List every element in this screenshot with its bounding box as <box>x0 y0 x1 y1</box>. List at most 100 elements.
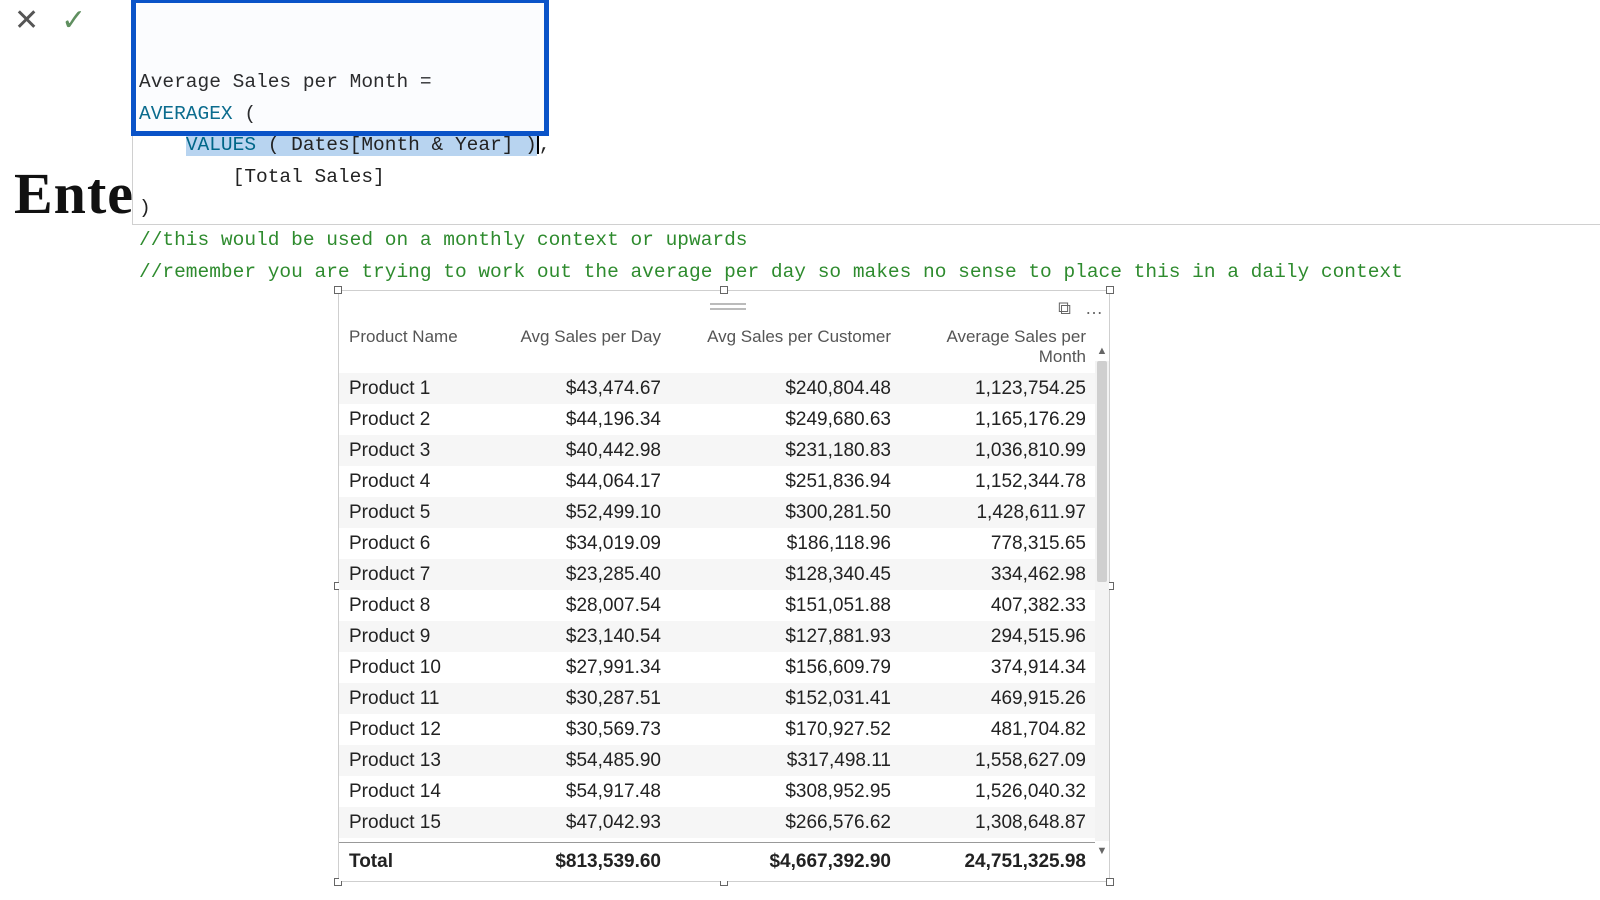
table-cell: $47,042.93 <box>489 807 669 838</box>
table-cell: $27,991.34 <box>489 652 669 683</box>
cancel-button[interactable]: ✕ <box>14 6 39 36</box>
table-row[interactable]: Product 8$28,007.54$151,051.88407,382.33 <box>339 590 1109 621</box>
fn-averagex: AVERAGEX <box>139 103 233 125</box>
table-cell: Product 8 <box>349 590 489 621</box>
table-cell: Product 11 <box>349 683 489 714</box>
focus-mode-icon[interactable]: ⧉ <box>1058 298 1071 319</box>
table-cell: 481,704.82 <box>899 714 1094 745</box>
total-cell: Total <box>349 843 489 881</box>
commit-button[interactable]: ✓ <box>61 6 86 36</box>
table-cell: $43,474.67 <box>489 373 669 404</box>
table-row[interactable]: Product 4$44,064.17$251,836.941,152,344.… <box>339 466 1109 497</box>
table-row[interactable]: Product 1$43,474.67$240,804.481,123,754.… <box>339 373 1109 404</box>
table-cell: $23,285.40 <box>489 559 669 590</box>
column-header[interactable]: Product Name <box>349 327 489 367</box>
table-visual[interactable]: ⧉ … Product NameAvg Sales per DayAvg Sal… <box>338 290 1110 882</box>
table-cell: Product 2 <box>349 404 489 435</box>
table-cell: $251,836.94 <box>669 466 899 497</box>
table-cell: Product 5 <box>349 497 489 528</box>
resize-handle[interactable] <box>720 286 728 294</box>
formula-editor[interactable]: Average Sales per Month = AVERAGEX ( VAL… <box>132 0 1600 225</box>
total-cell: 24,751,325.98 <box>899 843 1094 881</box>
table-row[interactable]: Product 10$27,991.34$156,609.79374,914.3… <box>339 652 1109 683</box>
table-cell: $249,680.63 <box>669 404 899 435</box>
table-cell: 1,152,344.78 <box>899 466 1094 497</box>
table-cell: Product 3 <box>349 435 489 466</box>
table-cell: $231,180.83 <box>669 435 899 466</box>
table-cell: Product 7 <box>349 559 489 590</box>
table-cell: 469,915.26 <box>899 683 1094 714</box>
table-cell: 778,315.65 <box>899 528 1094 559</box>
table-row[interactable]: Product 13$54,485.90$317,498.111,558,627… <box>339 745 1109 776</box>
table-cell: 334,462.98 <box>899 559 1094 590</box>
table-cell: 1,165,176.29 <box>899 404 1094 435</box>
resize-handle[interactable] <box>1106 286 1114 294</box>
table-row[interactable]: Product 9$23,140.54$127,881.93294,515.96 <box>339 621 1109 652</box>
table-cell: Product 10 <box>349 652 489 683</box>
table-cell: Product 12 <box>349 714 489 745</box>
table-body: Product NameAvg Sales per DayAvg Sales p… <box>339 325 1109 881</box>
values-arg: ( Dates[Month & Year] ) <box>256 134 537 156</box>
column-header[interactable]: Average Sales per Month <box>899 327 1094 367</box>
formula-line-5: ) <box>139 197 151 219</box>
table-cell: $240,804.48 <box>669 373 899 404</box>
column-header[interactable]: Avg Sales per Day <box>489 327 669 367</box>
table-row[interactable]: Product 3$40,442.98$231,180.831,036,810.… <box>339 435 1109 466</box>
resize-handle[interactable] <box>334 286 342 294</box>
table-row[interactable]: Product 6$34,019.09$186,118.96778,315.65 <box>339 528 1109 559</box>
table-row[interactable]: Product 12$30,569.73$170,927.52481,704.8… <box>339 714 1109 745</box>
table-cell: $170,927.52 <box>669 714 899 745</box>
table-cell: $28,007.54 <box>489 590 669 621</box>
table-cell: Product 1 <box>349 373 489 404</box>
table-cell: $30,287.51 <box>489 683 669 714</box>
table-row[interactable]: Product 7$23,285.40$128,340.45334,462.98 <box>339 559 1109 590</box>
table-cell: $151,051.88 <box>669 590 899 621</box>
table-cell: Product 14 <box>349 776 489 807</box>
formula-bar: ✕ ✓ Average Sales per Month = AVERAGEX (… <box>0 0 1600 225</box>
table-row[interactable]: Product 11$30,287.51$152,031.41469,915.2… <box>339 683 1109 714</box>
scroll-up-icon[interactable]: ▲ <box>1095 345 1109 357</box>
visual-header: ⧉ … <box>339 291 1109 325</box>
table-cell: $266,576.62 <box>669 807 899 838</box>
table-cell: $30,569.73 <box>489 714 669 745</box>
scroll-thumb[interactable] <box>1097 361 1107 582</box>
comment-2: //remember you are trying to work out th… <box>139 261 1403 283</box>
comma: , <box>539 134 551 156</box>
table-cell: 294,515.96 <box>899 621 1094 652</box>
table-cell: $40,442.98 <box>489 435 669 466</box>
table-row[interactable]: Product 2$44,196.34$249,680.631,165,176.… <box>339 404 1109 435</box>
table-cell: $308,952.95 <box>669 776 899 807</box>
table-cell: $300,281.50 <box>669 497 899 528</box>
drag-handle-icon[interactable] <box>708 303 748 313</box>
table-cell: $317,498.11 <box>669 745 899 776</box>
table-cell: $44,196.34 <box>489 404 669 435</box>
table-cell: $23,140.54 <box>489 621 669 652</box>
formula-line-1: Average Sales per Month = <box>139 71 443 93</box>
table-cell: $34,019.09 <box>489 528 669 559</box>
total-cell: $4,667,392.90 <box>669 843 899 881</box>
fn-values: VALUES <box>186 134 256 156</box>
comment-1: //this would be used on a monthly contex… <box>139 229 748 251</box>
table-cell: $44,064.17 <box>489 466 669 497</box>
table-row[interactable]: Product 5$52,499.10$300,281.501,428,611.… <box>339 497 1109 528</box>
table-cell: 1,308,648.87 <box>899 807 1094 838</box>
table-cell: $54,485.90 <box>489 745 669 776</box>
table-row[interactable]: Product 14$54,917.48$308,952.951,526,040… <box>339 776 1109 807</box>
table-cell: $52,499.10 <box>489 497 669 528</box>
scroll-down-icon[interactable]: ▼ <box>1095 845 1109 857</box>
table-cell: 1,526,040.32 <box>899 776 1094 807</box>
table-cell: 1,428,611.97 <box>899 497 1094 528</box>
formula-line-2-rest: ( <box>233 103 256 125</box>
watermark-text: Ente <box>14 160 134 227</box>
table-cell: $54,917.48 <box>489 776 669 807</box>
table-cell: $152,031.41 <box>669 683 899 714</box>
column-header[interactable]: Avg Sales per Customer <box>669 327 899 367</box>
table-row[interactable]: Product 15$47,042.93$266,576.621,308,648… <box>339 807 1109 838</box>
formula-line-4: [Total Sales] <box>139 166 385 188</box>
table-cell: $128,340.45 <box>669 559 899 590</box>
more-options-icon[interactable]: … <box>1085 298 1103 319</box>
vertical-scrollbar[interactable]: ▲ ▼ <box>1095 361 1109 841</box>
table-cell: Product 4 <box>349 466 489 497</box>
table-cell: 1,123,754.25 <box>899 373 1094 404</box>
table-cell: 374,914.34 <box>899 652 1094 683</box>
